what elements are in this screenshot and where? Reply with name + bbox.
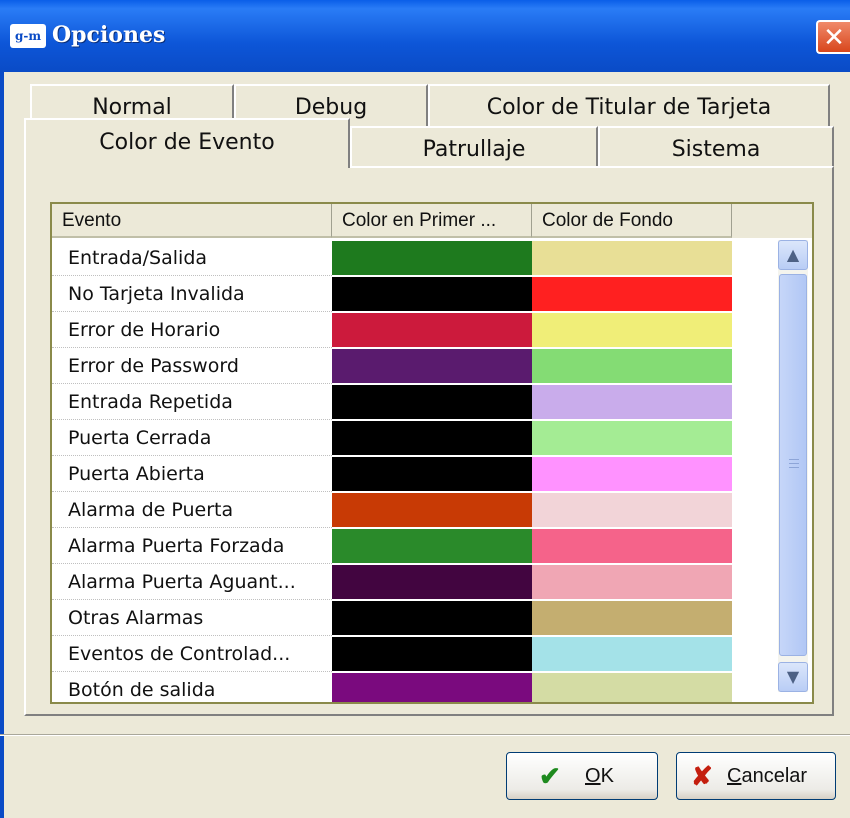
foreground-color-swatch[interactable] — [332, 673, 532, 702]
background-color-swatch[interactable] — [532, 601, 732, 635]
event-color-list[interactable]: Evento Color en Primer ... Color de Fond… — [50, 202, 814, 704]
foreground-color-swatch[interactable] — [332, 493, 532, 527]
background-color-swatch[interactable] — [532, 673, 732, 702]
grip-line — [789, 463, 799, 464]
event-name: Puerta Cerrada — [52, 420, 332, 456]
scroll-down-button[interactable]: ▼ — [778, 662, 808, 692]
window-frame — [0, 72, 4, 818]
foreground-color-swatch[interactable] — [332, 565, 532, 599]
grip-line — [789, 459, 799, 460]
foreground-color-swatch[interactable] — [332, 529, 532, 563]
foreground-color-swatch[interactable] — [332, 637, 532, 671]
foreground-color-swatch[interactable] — [332, 601, 532, 635]
app-icon: g-m — [10, 24, 46, 48]
background-color-swatch[interactable] — [532, 277, 732, 311]
tab-color-de-titular-de-tarjeta[interactable]: Color de Titular de Tarjeta — [428, 84, 830, 128]
column-header-fondo[interactable]: Color de Fondo — [532, 204, 732, 238]
column-header-primer-plano[interactable]: Color en Primer ... — [332, 204, 532, 238]
background-color-swatch[interactable] — [532, 349, 732, 383]
ok-label: OK — [585, 765, 614, 787]
foreground-color-swatch[interactable] — [332, 421, 532, 455]
event-name: Otras Alarmas — [52, 600, 332, 636]
event-name: No Tarjeta Invalida — [52, 276, 332, 312]
background-color-swatch[interactable] — [532, 421, 732, 455]
tab-sistema[interactable]: Sistema — [598, 126, 834, 168]
close-button[interactable]: ✕ — [816, 20, 850, 54]
column-header-evento[interactable]: Evento — [52, 204, 332, 238]
event-name: Alarma Puerta Aguant... — [52, 564, 332, 600]
background-color-swatch[interactable] — [532, 241, 732, 275]
foreground-color-swatch[interactable] — [332, 277, 532, 311]
event-name: Eventos de Controlad... — [52, 636, 332, 672]
separator — [0, 735, 850, 736]
background-color-swatch[interactable] — [532, 637, 732, 671]
chevron-up-icon: ▲ — [786, 245, 800, 264]
close-icon: ✕ — [823, 23, 845, 53]
x-icon: ✘ — [691, 761, 713, 791]
tab-patrullaje[interactable]: Patrullaje — [350, 126, 598, 168]
title-bar[interactable]: g-m Opciones ✕ — [0, 0, 850, 72]
event-name: Alarma de Puerta — [52, 492, 332, 528]
foreground-color-swatch[interactable] — [332, 313, 532, 347]
chevron-down-icon: ▼ — [786, 667, 800, 686]
background-color-swatch[interactable] — [532, 457, 732, 491]
background-color-swatch[interactable] — [532, 385, 732, 419]
background-color-swatch[interactable] — [532, 493, 732, 527]
foreground-color-swatch[interactable] — [332, 349, 532, 383]
event-name: Puerta Abierta — [52, 456, 332, 492]
tab-color-de-evento[interactable]: Color de Evento — [24, 118, 350, 168]
event-name: Error de Password — [52, 348, 332, 384]
event-name: Entrada/Salida — [52, 240, 332, 276]
background-color-swatch[interactable] — [532, 313, 732, 347]
foreground-color-swatch[interactable] — [332, 241, 532, 275]
event-name: Error de Horario — [52, 312, 332, 348]
event-name: Entrada Repetida — [52, 384, 332, 420]
background-color-swatch[interactable] — [532, 565, 732, 599]
cancel-label: Cancelar — [727, 765, 808, 787]
window-title: Opciones — [52, 22, 166, 48]
vertical-scrollbar[interactable]: ▲ ▼ — [778, 240, 808, 692]
scroll-up-button[interactable]: ▲ — [778, 240, 808, 270]
ok-button[interactable]: ✔ OK — [506, 752, 658, 800]
background-color-swatch[interactable] — [532, 529, 732, 563]
event-name: Botón de salida — [52, 672, 332, 702]
scroll-thumb[interactable] — [779, 274, 807, 656]
list-header: Evento Color en Primer ... Color de Fond… — [52, 204, 812, 238]
cancel-button[interactable]: ✘ Cancelar — [676, 752, 836, 800]
checkmark-icon: ✔ — [539, 761, 561, 791]
foreground-color-swatch[interactable] — [332, 457, 532, 491]
event-name: Alarma Puerta Forzada — [52, 528, 332, 564]
grip-line — [789, 467, 799, 468]
foreground-color-swatch[interactable] — [332, 385, 532, 419]
